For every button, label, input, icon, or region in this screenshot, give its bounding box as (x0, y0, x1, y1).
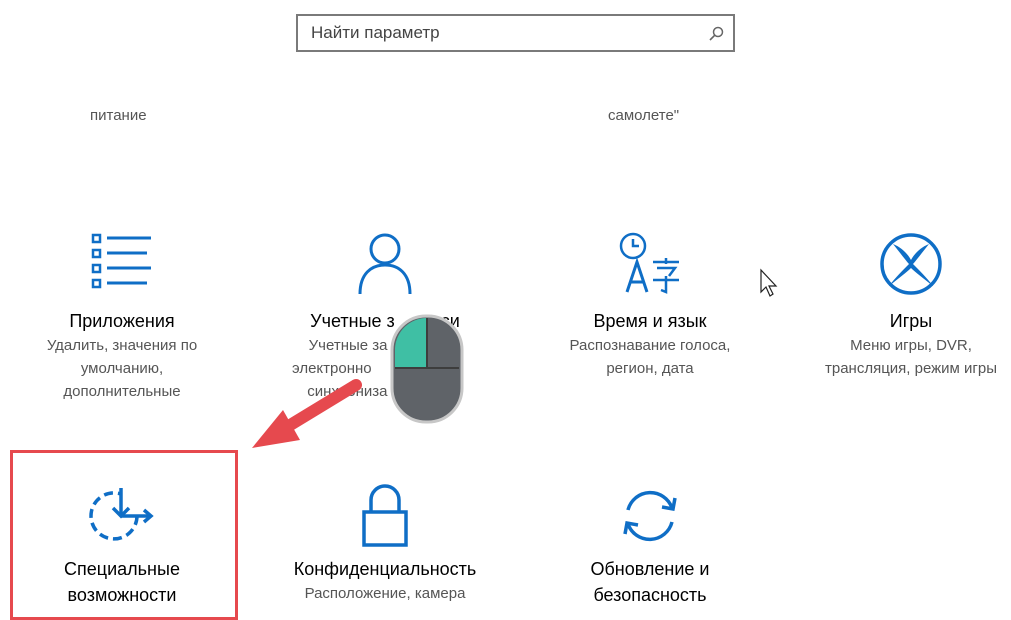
prev-row-text-left: питание (90, 107, 147, 124)
tile-desc-line: Учетные за ес (308, 337, 462, 354)
tile-games[interactable]: Игры Меню игры, DVR, трансляция, режим и… (796, 232, 1011, 380)
accessibility-icon (89, 488, 154, 541)
xbox-icon (880, 233, 942, 295)
tile-desc-line: Распознавание голоса, (569, 337, 731, 354)
tile-title: Игры (889, 311, 933, 331)
tile-desc-line: регион, дата (606, 360, 694, 377)
tile-desc-line: трансляция, режим игры (824, 360, 998, 377)
tile-title: Время и язык (593, 311, 707, 331)
tile-desc-line: Расположение, камера (304, 585, 466, 602)
person-icon (358, 233, 412, 294)
search-icon[interactable] (707, 25, 725, 43)
lock-icon (362, 484, 408, 547)
tile-title: Обновление и (590, 559, 710, 579)
tile-accounts[interactable]: Учетные з си Учетные за ес электронно синх… (270, 232, 500, 403)
tile-title-line2: возможности (67, 585, 177, 605)
tile-apps[interactable]: Приложения Удалить, значения по умолчани… (7, 232, 237, 403)
tile-desc-line: умолчанию, (80, 360, 164, 377)
search-box[interactable] (296, 14, 735, 52)
tile-privacy[interactable]: Конфиденциальность Расположение, камера (270, 482, 500, 605)
tile-title: Специальные (64, 559, 180, 579)
tile-time-language[interactable]: Время и язык Распознавание голоса, регио… (535, 232, 765, 380)
tile-desc-line: электронно (292, 360, 372, 377)
update-sync-icon (623, 490, 677, 542)
time-language-icon (619, 232, 679, 294)
tile-title: Конфиденциальность (293, 559, 477, 579)
tile-desc-line: синхрониза ота, (307, 383, 463, 400)
prev-row-text-right: самолете" (608, 107, 680, 124)
tile-title-line2: безопасность (593, 585, 707, 605)
tile-desc-line: Удалить, значения по (46, 337, 198, 354)
tile-accessibility[interactable]: Специальные возможности (7, 486, 237, 606)
tile-title: Учетные з си (310, 311, 460, 331)
apps-list-icon (91, 233, 151, 289)
tile-update-security[interactable]: Обновление и безопасность (535, 484, 765, 606)
tile-desc-line: дополнительные (63, 383, 181, 400)
tile-desc-line: Меню игры, DVR, (850, 337, 972, 354)
search-input[interactable] (298, 16, 733, 50)
tile-title: Приложения (69, 311, 175, 331)
